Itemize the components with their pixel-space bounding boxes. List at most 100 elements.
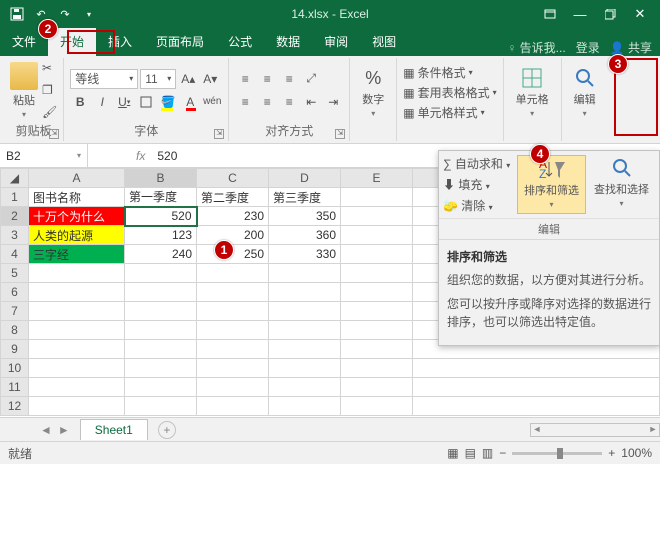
row-header[interactable]: 2: [1, 207, 29, 226]
format-painter-icon[interactable]: 🖌: [42, 105, 57, 119]
view-pagelayout-icon[interactable]: ▤: [465, 446, 476, 460]
tab-review[interactable]: 审阅: [312, 27, 360, 56]
row-header[interactable]: 8: [1, 321, 29, 340]
align-top-icon[interactable]: ≡: [235, 69, 255, 89]
tab-view[interactable]: 视图: [360, 27, 408, 56]
find-select-button[interactable]: 查找和选择▾: [588, 155, 655, 214]
restore-icon[interactable]: [596, 4, 624, 24]
redo-icon[interactable]: ↷: [56, 5, 74, 23]
conditional-format-button[interactable]: ▦条件格式▾: [403, 64, 496, 81]
cell[interactable]: 360: [269, 226, 341, 245]
align-middle-icon[interactable]: ≡: [257, 69, 277, 89]
fx-icon[interactable]: fx: [128, 149, 153, 163]
hscroll[interactable]: ◄►: [530, 423, 660, 437]
view-pagebreak-icon[interactable]: ▥: [482, 446, 493, 460]
zoom-slider[interactable]: [512, 452, 602, 455]
minimize-icon[interactable]: —: [566, 4, 594, 24]
align-center-icon[interactable]: ≡: [257, 92, 277, 112]
align-right-icon[interactable]: ≡: [279, 92, 299, 112]
cell[interactable]: 330: [269, 245, 341, 264]
cell[interactable]: 十万个为什么: [29, 207, 125, 226]
row-header[interactable]: 11: [1, 378, 29, 397]
bold-button[interactable]: B: [70, 92, 90, 112]
col-header[interactable]: D: [269, 169, 341, 188]
name-box[interactable]: B2▾: [0, 144, 88, 167]
cell[interactable]: [341, 188, 413, 207]
cell[interactable]: 三字经: [29, 245, 125, 264]
zoom-in-icon[interactable]: +: [608, 446, 615, 460]
col-header[interactable]: A: [29, 169, 125, 188]
cell[interactable]: 123: [125, 226, 197, 245]
qat-dropdown-icon[interactable]: ▾: [80, 5, 98, 23]
row-header[interactable]: 6: [1, 283, 29, 302]
indent-right-icon[interactable]: ⇥: [323, 92, 343, 112]
font-size-combo[interactable]: 11 ▾: [140, 69, 176, 89]
view-normal-icon[interactable]: ▦: [447, 446, 458, 460]
table-format-button[interactable]: ▦套用表格格式▾: [403, 84, 496, 101]
ribbon-options-icon[interactable]: [536, 4, 564, 24]
border-icon[interactable]: [136, 92, 156, 112]
next-sheet-icon[interactable]: ►: [58, 423, 70, 437]
cell[interactable]: [341, 245, 413, 264]
cell[interactable]: 人类的起源: [29, 226, 125, 245]
cell[interactable]: 第一季度: [125, 188, 197, 207]
save-icon[interactable]: [8, 5, 26, 23]
col-header[interactable]: B: [125, 169, 197, 188]
cell[interactable]: 200: [197, 226, 269, 245]
row-header[interactable]: 4: [1, 245, 29, 264]
cell[interactable]: [341, 207, 413, 226]
fill-button[interactable]: ⬇ 填充 ▾: [443, 176, 517, 193]
add-sheet-icon[interactable]: +: [158, 421, 176, 439]
cell-style-button[interactable]: ▦单元格样式▾: [403, 104, 496, 121]
cell-selected[interactable]: 520: [125, 207, 197, 226]
dialog-launcher-icon[interactable]: ⇲: [49, 129, 59, 139]
col-header[interactable]: E: [341, 169, 413, 188]
number-format-button[interactable]: % 数字 ▾: [356, 66, 390, 120]
tab-formulas[interactable]: 公式: [216, 27, 264, 56]
cell[interactable]: 第三季度: [269, 188, 341, 207]
row-header[interactable]: 10: [1, 359, 29, 378]
sort-filter-button[interactable]: AZ 排序和筛选▾: [517, 155, 586, 214]
row-header[interactable]: 9: [1, 340, 29, 359]
copy-icon[interactable]: ❐: [42, 83, 57, 97]
dialog-launcher-icon[interactable]: ⇲: [214, 129, 224, 139]
zoom-out-icon[interactable]: −: [499, 446, 506, 460]
close-icon[interactable]: ✕: [626, 4, 654, 24]
edit-button[interactable]: 编辑 ▾: [568, 65, 602, 120]
tab-data[interactable]: 数据: [264, 27, 312, 56]
row-header[interactable]: 7: [1, 302, 29, 321]
clear-button[interactable]: 🧽 清除 ▾: [443, 197, 517, 214]
cell[interactable]: 第二季度: [197, 188, 269, 207]
underline-button[interactable]: U ▾: [114, 92, 134, 112]
italic-button[interactable]: I: [92, 92, 112, 112]
zoom-level[interactable]: 100%: [621, 446, 652, 460]
align-bottom-icon[interactable]: ≡: [279, 69, 299, 89]
row-header[interactable]: 3: [1, 226, 29, 245]
cell[interactable]: 240: [125, 245, 197, 264]
row-header[interactable]: 5: [1, 264, 29, 283]
phonetic-icon[interactable]: wén: [202, 92, 222, 112]
row-header[interactable]: 1: [1, 188, 29, 207]
cut-icon[interactable]: ✂: [42, 61, 57, 75]
tab-insert[interactable]: 插入: [96, 27, 144, 56]
cells-button[interactable]: 单元格 ▾: [510, 65, 555, 120]
sheet-tab[interactable]: Sheet1: [80, 419, 148, 440]
login-link[interactable]: 登录: [576, 39, 600, 56]
fill-color-icon[interactable]: 🪣: [158, 92, 178, 112]
col-header[interactable]: C: [197, 169, 269, 188]
cell[interactable]: 350: [269, 207, 341, 226]
orientation-icon[interactable]: ⤢: [301, 69, 321, 89]
align-left-icon[interactable]: ≡: [235, 92, 255, 112]
select-all[interactable]: ◢: [1, 169, 29, 188]
autosum-button[interactable]: ∑ 自动求和 ▾: [443, 155, 517, 172]
tab-layout[interactable]: 页面布局: [144, 27, 216, 56]
font-name-combo[interactable]: 等线 ▾: [70, 69, 138, 89]
tellme-label[interactable]: ♀ 告诉我...: [507, 39, 565, 56]
dialog-launcher-icon[interactable]: ⇲: [335, 129, 345, 139]
cell[interactable]: [341, 226, 413, 245]
shrink-font-icon[interactable]: A▾: [200, 69, 220, 89]
cell[interactable]: 图书名称: [29, 188, 125, 207]
paste-button[interactable]: 粘贴 ▾: [10, 62, 38, 119]
row-header[interactable]: 12: [1, 397, 29, 416]
prev-sheet-icon[interactable]: ◄: [40, 423, 52, 437]
